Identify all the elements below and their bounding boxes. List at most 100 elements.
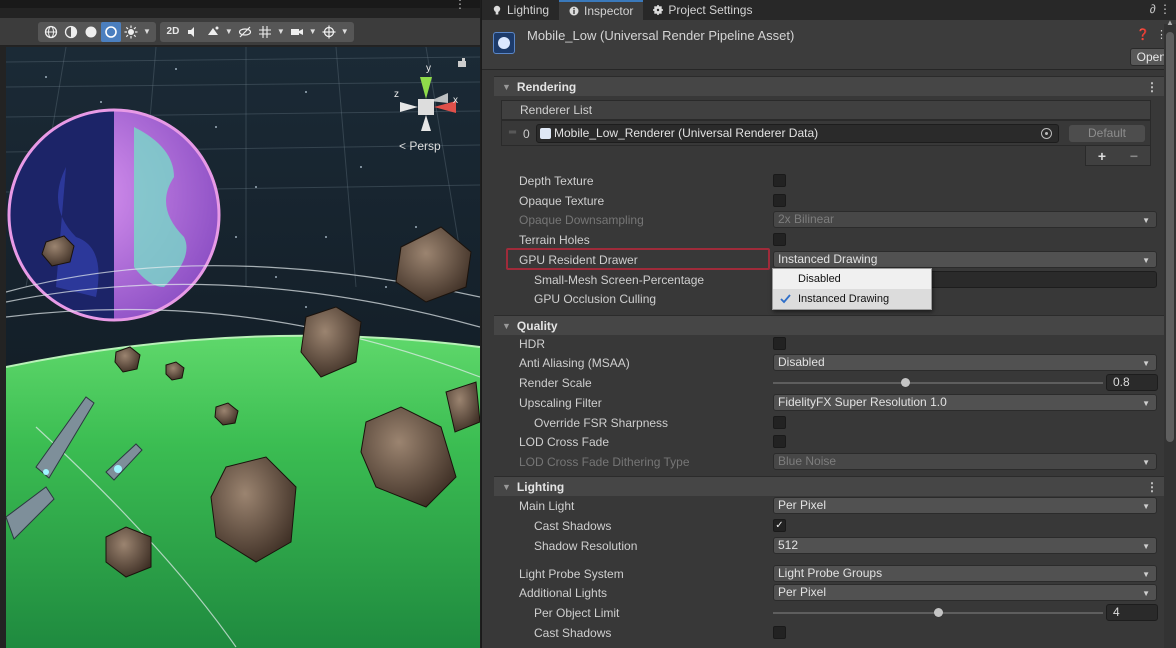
default-button[interactable]: Default — [1069, 125, 1145, 142]
additional-cast-shadows-row: Cast Shadows — [482, 623, 1165, 642]
override-fsr-checkbox[interactable] — [773, 416, 786, 429]
shaded-wireframe-icon[interactable] — [61, 22, 81, 42]
gpu-resident-drawer-dropdown[interactable]: Instanced Drawing ▼ — [773, 251, 1157, 268]
gizmos-icon[interactable] — [319, 22, 339, 42]
lod-cross-fade-label: LOD Cross Fade — [519, 434, 610, 449]
shadow-resolution-dropdown[interactable]: 512 ▼ — [773, 537, 1157, 554]
lod-cross-fade-row: LOD Cross Fade — [482, 432, 1165, 451]
renderer-list: Renderer List ═ 0 Mobile_Low_Renderer (U… — [501, 100, 1151, 166]
renderer-name: Mobile_Low_Renderer (Universal Renderer … — [554, 126, 819, 140]
scene-toolbar: ▼ 2D ▼ ▼ ▼ ▼ — [0, 18, 480, 46]
tab-project-settings[interactable]: Project Settings — [643, 0, 762, 20]
render-scale-slider[interactable] — [773, 374, 1103, 391]
list-item[interactable]: ═ 0 Mobile_Low_Renderer (Universal Rende… — [501, 120, 1151, 146]
inspector-scrollbar[interactable]: ▲ — [1164, 18, 1176, 648]
dropdown-arrow-icon: ▼ — [1142, 542, 1150, 551]
opaque-downsampling-label: Opaque Downsampling — [519, 212, 644, 227]
camera-dropdown-icon[interactable]: ▼ — [307, 22, 319, 42]
dropdown-arrow-icon: ▼ — [1142, 458, 1150, 467]
effects-icon[interactable] — [203, 22, 223, 42]
lighting-toggle-icon[interactable] — [121, 22, 141, 42]
section-menu-icon[interactable]: ⋮ — [1146, 80, 1158, 94]
hidden-objects-icon[interactable] — [235, 22, 255, 42]
pipeline-asset-icon — [493, 32, 515, 54]
renderer-data-icon — [540, 128, 551, 139]
popup-option-disabled[interactable]: Disabled — [773, 269, 931, 289]
popup-option-label: Instanced Drawing — [798, 293, 890, 305]
gpu-resident-drawer-value: Instanced Drawing — [778, 252, 878, 266]
additional-cast-shadows-checkbox[interactable] — [773, 626, 786, 639]
grid-toggle-icon[interactable] — [255, 22, 275, 42]
section-menu-icon[interactable]: ⋮ — [1146, 480, 1158, 494]
dropdown-arrow-icon: ▼ — [1142, 256, 1150, 265]
scrollbar-thumb[interactable] — [1166, 32, 1174, 442]
section-quality[interactable]: ▼ Quality — [494, 315, 1164, 335]
scene-menu-icon[interactable]: ⋮ — [454, 0, 466, 11]
anti-aliasing-row: Anti Aliasing (MSAA) Disabled ▼ — [482, 353, 1165, 372]
scene-viewport[interactable]: y x z < Persp — [6, 47, 480, 648]
unlit-icon[interactable] — [101, 21, 121, 42]
main-light-row: Main Light Per Pixel ▼ — [482, 496, 1165, 515]
object-picker-icon[interactable] — [1041, 128, 1052, 139]
add-item-button[interactable]: + — [1098, 148, 1106, 164]
dropdown-arrow-icon: ▼ — [1142, 399, 1150, 408]
tab-inspector-label: Inspector — [584, 4, 634, 18]
renderer-index: 0 — [523, 127, 530, 141]
foldout-icon: ▼ — [502, 81, 511, 92]
cast-shadows-checkbox[interactable]: ✓ — [773, 519, 786, 532]
bulb-icon — [491, 5, 502, 16]
slider-track — [773, 382, 1103, 384]
render-scale-label: Render Scale — [519, 375, 592, 390]
upscaling-filter-value: FidelityFX Super Resolution 1.0 — [778, 395, 947, 409]
2d-toggle-button[interactable]: 2D — [163, 22, 183, 42]
light-probe-dropdown[interactable]: Light Probe Groups ▼ — [773, 565, 1157, 582]
upscaling-filter-dropdown[interactable]: FidelityFX Super Resolution 1.0 ▼ — [773, 394, 1157, 411]
renderer-object-field[interactable]: Mobile_Low_Renderer (Universal Renderer … — [536, 124, 1059, 143]
tab-menu-icon[interactable]: ∂ ⋮ — [1150, 2, 1171, 16]
scene-view[interactable]: ⋮ ▼ 2D ▼ ▼ ▼ ▼ y x z < Persp — [0, 0, 480, 648]
opaque-downsampling-value: 2x Bilinear — [778, 212, 835, 226]
foldout-icon: ▼ — [502, 481, 511, 492]
tab-lighting[interactable]: Lighting — [482, 0, 559, 20]
additional-lights-dropdown[interactable]: Per Pixel ▼ — [773, 584, 1157, 601]
lod-dither-dropdown[interactable]: Blue Noise ▼ — [773, 453, 1157, 470]
help-icon[interactable]: ❓ — [1136, 28, 1150, 41]
checkmark-icon — [780, 294, 791, 304]
terrain-holes-checkbox[interactable] — [773, 233, 786, 246]
main-light-dropdown[interactable]: Per Pixel ▼ — [773, 497, 1157, 514]
per-object-limit-value[interactable]: 4 — [1106, 604, 1158, 621]
popup-option-instanced-drawing[interactable]: Instanced Drawing — [773, 289, 931, 309]
drag-handle-icon[interactable]: ═ — [509, 127, 516, 138]
draw-mode-dropdown-icon[interactable]: ▼ — [141, 22, 153, 42]
list-footer: + − — [1085, 146, 1151, 166]
override-fsr-label: Override FSR Sharpness — [534, 415, 669, 430]
hdr-checkbox[interactable] — [773, 337, 786, 350]
section-lighting-label: Lighting — [516, 479, 565, 494]
remove-item-button[interactable]: − — [1130, 148, 1138, 164]
gpu-occlusion-label: GPU Occlusion Culling — [534, 291, 657, 306]
terrain-holes-label: Terrain Holes — [519, 232, 590, 247]
slider-thumb[interactable] — [934, 608, 943, 617]
section-lighting[interactable]: ▼ Lighting ⋮ — [494, 476, 1164, 496]
tab-inspector[interactable]: Inspector — [559, 0, 644, 20]
shaded-icon[interactable] — [81, 22, 101, 42]
per-object-limit-slider[interactable] — [773, 604, 1103, 621]
section-rendering[interactable]: ▼ Rendering ⋮ — [494, 76, 1164, 96]
persp-label[interactable]: < Persp — [399, 139, 441, 153]
depth-texture-checkbox[interactable] — [773, 174, 786, 187]
hdr-label: HDR — [519, 336, 545, 351]
camera-icon[interactable] — [287, 22, 307, 42]
slider-thumb[interactable] — [901, 378, 910, 387]
opaque-texture-checkbox[interactable] — [773, 194, 786, 207]
effects-dropdown-icon[interactable]: ▼ — [223, 22, 235, 42]
scroll-up-icon[interactable]: ▲ — [1166, 18, 1174, 27]
anti-aliasing-dropdown[interactable]: Disabled ▼ — [773, 354, 1157, 371]
audio-toggle-icon[interactable] — [183, 22, 203, 42]
wireframe-icon[interactable] — [41, 22, 61, 42]
opaque-downsampling-dropdown[interactable]: 2x Bilinear ▼ — [773, 211, 1157, 228]
grid-dropdown-icon[interactable]: ▼ — [275, 22, 287, 42]
lod-cross-fade-checkbox[interactable] — [773, 435, 786, 448]
per-object-limit-row: Per Object Limit 4 — [482, 603, 1165, 622]
render-scale-value[interactable]: 0.8 — [1106, 374, 1158, 391]
gizmos-dropdown-icon[interactable]: ▼ — [339, 22, 351, 42]
